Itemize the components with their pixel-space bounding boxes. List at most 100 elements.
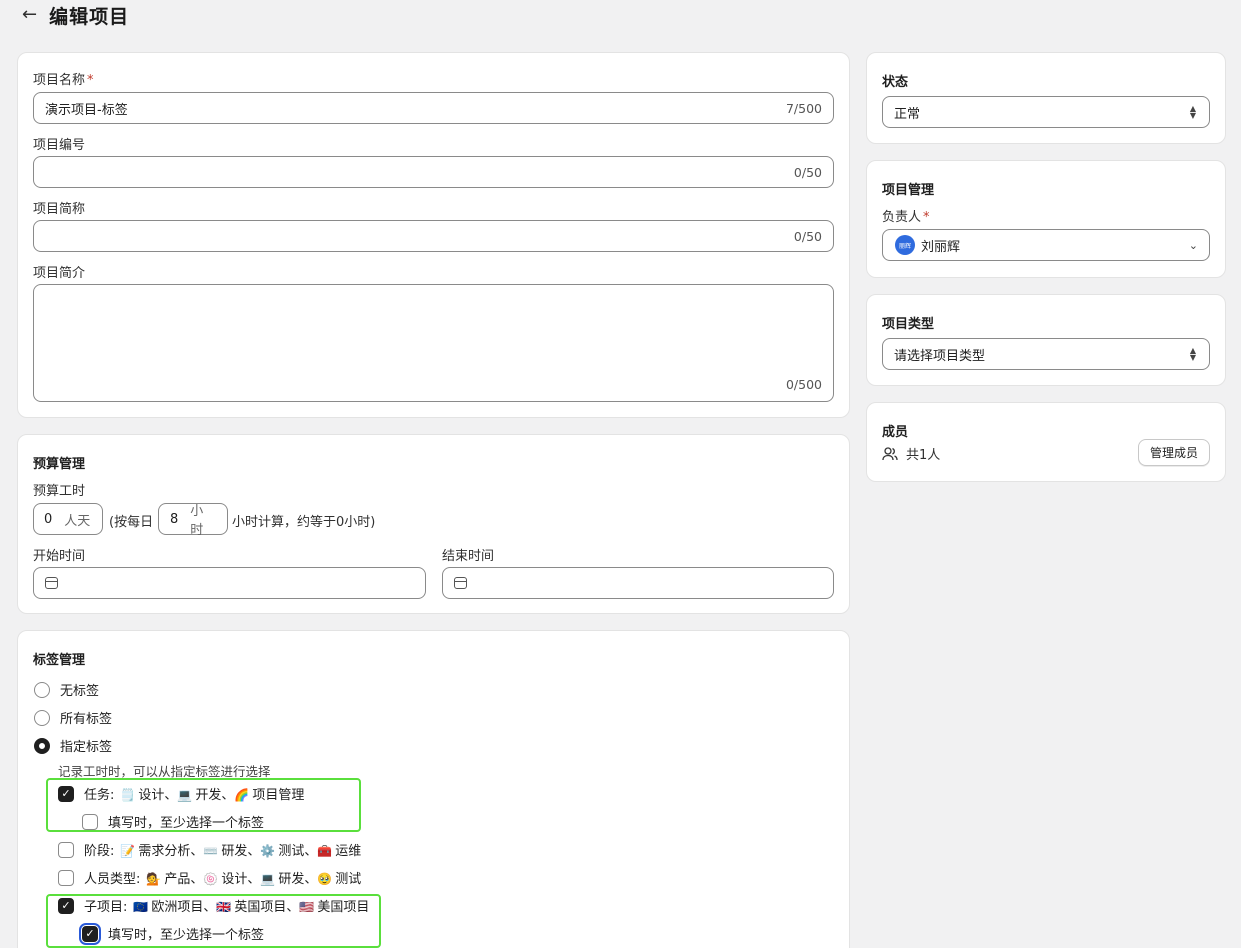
arrow-left-icon[interactable]: ← xyxy=(22,6,37,24)
tag-emoji-icon: ⚙️ xyxy=(260,844,276,858)
description-label: 项目简介 xyxy=(33,266,86,281)
tag-group-label: 子项目: 🇪🇺 欧洲项目、🇬🇧 英国项目、🇺🇸 美国项目 xyxy=(84,896,369,915)
tag-item-text: 产品 xyxy=(164,872,191,887)
tag-group-prefix: 子项目: xyxy=(84,900,128,915)
project-info-card: 项目名称 * 演示项目-标签 7/500 项目编号 0/50 项目简称 0/50 … xyxy=(17,52,850,418)
project-type-placeholder: 请选择项目类型 xyxy=(894,348,986,364)
tag-emoji-icon: ⌨️ xyxy=(203,844,219,858)
tag-group-checkbox[interactable]: ✓ xyxy=(58,785,74,802)
radio-no-tags[interactable]: 无标签 xyxy=(34,680,99,699)
tag-separator: 、 xyxy=(164,788,178,803)
budget-card: 预算管理 预算工时 0 人天 (按每日 8 小时 小时计算，约等于0小时) 开始… xyxy=(17,434,850,614)
tag-group-checkbox[interactable] xyxy=(58,869,74,886)
radio-circle xyxy=(34,681,50,698)
hours-per-day-input[interactable]: 8 小时 xyxy=(158,503,228,538)
budget-suffix-text: 小时计算，约等于0小时) xyxy=(232,515,376,530)
tag-group-checkbox[interactable]: ✓ xyxy=(58,897,74,914)
start-date-label: 开始时间 xyxy=(33,549,86,564)
tag-item-text: 项目管理 xyxy=(252,788,305,803)
chevron-down-icon: ⌄ xyxy=(1188,238,1198,252)
tag-emoji-icon: 🗒️ xyxy=(120,788,136,802)
tag-item-text: 英国项目 xyxy=(234,900,287,915)
name-value: 演示项目-标签 xyxy=(45,102,128,118)
radio-no-tags-label: 无标签 xyxy=(60,684,100,699)
status-select[interactable]: 正常 ▲ ▼ xyxy=(882,96,1210,128)
radio-circle xyxy=(34,709,50,726)
owner-value: 刘丽辉 xyxy=(921,239,961,255)
users-icon xyxy=(882,446,898,460)
tag-emoji-icon: 💻 xyxy=(260,872,276,886)
tag-group-row[interactable]: 人员类型: 💁 产品、🍥 设计、💻 研发、🥹 测试 xyxy=(58,868,361,887)
budget-days-input[interactable]: 0 人天 xyxy=(33,503,103,535)
require-tag-option[interactable]: ✓ 填写时，至少选择一个标签 xyxy=(79,922,265,945)
tag-item-text: 开发 xyxy=(195,788,222,803)
project-type-title: 项目类型 xyxy=(882,317,935,332)
tag-item-text: 测试 xyxy=(335,872,362,887)
name-label: 项目名称 xyxy=(33,73,86,88)
owner-select[interactable]: 丽辉 刘丽辉 ⌄ xyxy=(882,229,1210,261)
tag-group-label: 人员类型: 💁 产品、🍥 设计、💻 研发、🥹 测试 xyxy=(84,868,361,887)
tag-item-text: 美国项目 xyxy=(317,900,370,915)
tag-group-row[interactable]: ✓ 子项目: 🇪🇺 欧洲项目、🇬🇧 英国项目、🇺🇸 美国项目 xyxy=(58,896,369,915)
require-tag-label: 填写时，至少选择一个标签 xyxy=(108,928,265,943)
tag-separator: 、 xyxy=(247,844,261,859)
tag-separator: 、 xyxy=(247,872,261,887)
description-textarea[interactable]: 0/500 xyxy=(33,284,834,402)
required-mark: * xyxy=(87,73,94,88)
members-card: 成员 共1人 管理成员 xyxy=(866,402,1226,482)
select-arrows-icon: ▲ ▼ xyxy=(1189,346,1197,362)
code-char-count: 0/50 xyxy=(793,164,822,180)
tag-separator: 、 xyxy=(286,900,300,915)
tag-separator: 、 xyxy=(221,788,235,803)
page-header: ← 编辑项目 xyxy=(22,0,129,30)
tag-group-checkbox[interactable] xyxy=(58,841,74,858)
status-card: 状态 正常 ▲ ▼ xyxy=(866,52,1226,144)
end-date-label: 结束时间 xyxy=(442,549,495,564)
tag-group-prefix: 任务: xyxy=(84,788,115,803)
tag-item-text: 测试 xyxy=(278,844,305,859)
tag-emoji-icon: 📝 xyxy=(120,844,136,858)
tag-group-label: 阶段: 📝 需求分析、⌨️ 研发、⚙️ 测试、🧰 运维 xyxy=(84,840,361,859)
end-date-picker[interactable] xyxy=(442,567,834,599)
tag-separator: 、 xyxy=(190,872,204,887)
tag-group-row[interactable]: 阶段: 📝 需求分析、⌨️ 研发、⚙️ 测试、🧰 运维 xyxy=(58,840,361,859)
require-tag-option[interactable]: 填写时，至少选择一个标签 xyxy=(82,812,264,831)
tag-emoji-icon: 💻 xyxy=(177,788,193,802)
calendar-icon xyxy=(454,577,467,589)
tag-emoji-icon: 🌈 xyxy=(234,788,250,802)
budget-hours-label: 预算工时 xyxy=(33,484,86,499)
tag-separator: 、 xyxy=(304,872,318,887)
status-title: 状态 xyxy=(882,75,909,90)
manage-members-button[interactable]: 管理成员 xyxy=(1138,439,1210,466)
tag-group-row[interactable]: ✓ 任务: 🗒️ 设计、💻 开发、🌈 项目管理 xyxy=(58,784,304,803)
short-name-char-count: 0/50 xyxy=(793,228,822,244)
tag-item-text: 设计 xyxy=(138,788,165,803)
tag-separator: 、 xyxy=(304,844,318,859)
tag-management-title: 标签管理 xyxy=(33,653,86,668)
project-management-title: 项目管理 xyxy=(882,183,935,198)
page-title: 编辑项目 xyxy=(49,5,130,28)
radio-specified-tags-label: 指定标签 xyxy=(60,740,113,755)
tag-item-text: 需求分析 xyxy=(138,844,191,859)
short-name-input[interactable]: 0/50 xyxy=(33,220,834,252)
require-tag-checkbox[interactable] xyxy=(82,813,98,830)
avatar: 丽辉 xyxy=(895,235,915,255)
project-type-card: 项目类型 请选择项目类型 ▲ ▼ xyxy=(866,294,1226,386)
tag-emoji-icon: 🧰 xyxy=(317,844,333,858)
select-arrows-icon: ▲ ▼ xyxy=(1189,104,1197,120)
owner-label-row: 负责人 * xyxy=(882,206,930,225)
code-input[interactable]: 0/50 xyxy=(33,156,834,188)
name-input[interactable]: 演示项目-标签 7/500 xyxy=(33,92,834,124)
tag-emoji-icon: 🍥 xyxy=(203,872,219,886)
tag-item-text: 欧洲项目 xyxy=(151,900,204,915)
tag-emoji-icon: 🇬🇧 xyxy=(216,900,232,914)
required-mark: * xyxy=(923,210,930,225)
radio-circle-selected xyxy=(34,737,50,754)
project-type-select[interactable]: 请选择项目类型 ▲ ▼ xyxy=(882,338,1210,370)
radio-specified-tags[interactable]: 指定标签 xyxy=(34,736,112,755)
radio-all-tags[interactable]: 所有标签 xyxy=(34,708,112,727)
tag-emoji-icon: 🇪🇺 xyxy=(133,900,149,914)
owner-label: 负责人 xyxy=(882,210,922,225)
require-tag-checkbox[interactable]: ✓ xyxy=(79,922,101,945)
start-date-picker[interactable] xyxy=(33,567,426,599)
